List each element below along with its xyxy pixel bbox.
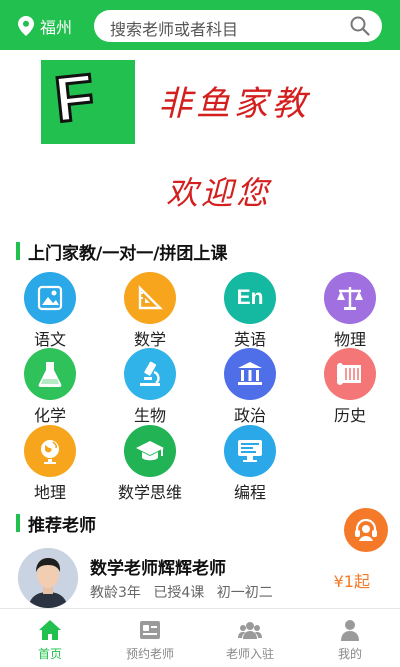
- bottom-tab-bar: 首页 预约老师 老师入驻 我的: [0, 608, 400, 667]
- picture-book-icon: [24, 272, 76, 324]
- tab-teacher-join[interactable]: 老师入驻: [200, 609, 300, 667]
- subject-item-politics[interactable]: 政治: [210, 348, 290, 425]
- subject-label: 英语: [233, 330, 266, 349]
- teacher-lessons: 已授4课: [153, 585, 205, 601]
- subject-item-programming[interactable]: 编程: [210, 425, 290, 502]
- subject-label: 语文: [33, 330, 66, 349]
- en-icon-text: En: [236, 286, 264, 309]
- subject-item-chemistry[interactable]: 化学: [10, 348, 90, 425]
- subject-item-math-thinking[interactable]: 数学思维: [110, 425, 190, 502]
- scroll-icon: [324, 348, 376, 400]
- balance-scale-icon: [324, 272, 376, 324]
- ruler-triangle-icon: [124, 272, 176, 324]
- teacher-meta: 教龄3年 已授4课 初一初二: [90, 582, 281, 602]
- appointment-icon: [140, 621, 160, 639]
- welcome-text: 欢迎您: [166, 174, 272, 212]
- top-bar: 福州 搜索老师或者科目: [0, 0, 400, 50]
- subject-item-chinese[interactable]: 语文: [10, 272, 90, 349]
- teacher-card[interactable]: 数学老师辉辉老师 教龄3年 已授4课 初一初二 ¥1起: [0, 546, 400, 608]
- government-building-icon: [224, 348, 276, 400]
- brand-logo: F: [41, 59, 135, 144]
- home-icon: [39, 620, 61, 640]
- teachers-title-text: 推荐老师: [28, 515, 96, 536]
- graduation-cap-icon: [124, 425, 176, 477]
- tab-home[interactable]: 首页: [0, 609, 100, 667]
- en-text-icon: En: [224, 272, 276, 324]
- globe-icon: [24, 425, 76, 477]
- subject-item-english[interactable]: En 英语: [210, 272, 290, 349]
- tab-label: 首页: [37, 647, 62, 661]
- flask-icon: [24, 348, 76, 400]
- subject-item-math[interactable]: 数学: [110, 272, 190, 349]
- search-placeholder: 搜索老师或者科目: [110, 20, 239, 39]
- subject-label: 数学思维: [117, 483, 182, 502]
- microscope-icon: [124, 348, 176, 400]
- teacher-experience: 教龄3年: [90, 585, 141, 601]
- headset-icon: [355, 518, 377, 541]
- city-selector[interactable]: 福州: [18, 13, 72, 39]
- brand-name: 非鱼家教: [158, 84, 310, 124]
- subject-label: 地理: [33, 483, 66, 502]
- subject-label: 物理: [333, 330, 366, 349]
- teacher-avatar: [18, 548, 78, 608]
- tab-profile[interactable]: 我的: [300, 609, 400, 667]
- subject-label: 化学: [33, 406, 66, 425]
- location-pin-icon: [18, 16, 34, 36]
- tab-label: 我的: [337, 647, 362, 661]
- subject-item-biology[interactable]: 生物: [110, 348, 190, 425]
- teachers-section-title: 推荐老师: [16, 512, 96, 536]
- section-accent-bar: [16, 242, 20, 260]
- subject-label: 政治: [233, 406, 266, 425]
- subject-label: 数学: [133, 330, 166, 349]
- subjects-title-text: 上门家教/一对一/拼团上课: [28, 243, 228, 264]
- city-label: 福州: [40, 18, 73, 37]
- teacher-grades: 初一初二: [216, 585, 273, 601]
- subject-label: 历史: [333, 406, 366, 425]
- user-icon: [341, 620, 359, 641]
- section-accent-bar: [16, 514, 20, 532]
- tab-label: 老师入驻: [225, 647, 274, 661]
- brand-logo-letter: F: [50, 59, 99, 138]
- subject-label: 编程: [233, 483, 266, 502]
- teacher-price: ¥1起: [333, 572, 370, 591]
- subject-label: 生物: [133, 406, 166, 425]
- subject-item-geography[interactable]: 地理: [10, 425, 90, 502]
- teachers-group-icon: [238, 622, 262, 639]
- tab-appointment[interactable]: 预约老师: [100, 609, 200, 667]
- computer-screen-icon: [224, 425, 276, 477]
- subjects-section-title: 上门家教/一对一/拼团上课: [16, 240, 228, 264]
- search-icon[interactable]: [350, 16, 370, 36]
- subject-item-history[interactable]: 历史: [310, 348, 390, 425]
- tab-label: 预约老师: [125, 647, 174, 661]
- search-input[interactable]: 搜索老师或者科目: [94, 10, 382, 42]
- teacher-name: 数学老师辉辉老师: [90, 559, 226, 579]
- subject-item-physics[interactable]: 物理: [310, 272, 390, 349]
